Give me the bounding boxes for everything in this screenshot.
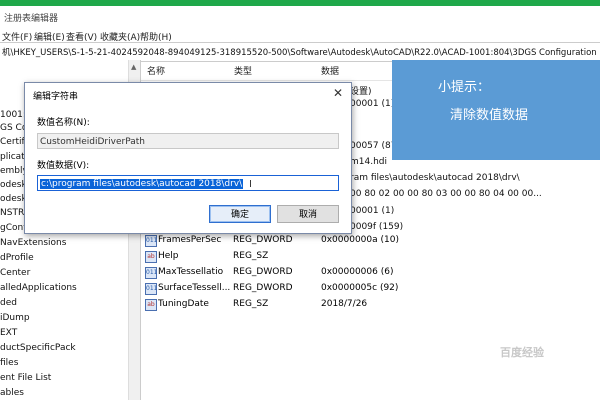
dialog-title: 编辑字符串 xyxy=(33,92,79,102)
dword-icon: 011 xyxy=(145,283,157,295)
tree-item[interactable]: ductSpecificPack xyxy=(0,343,76,353)
row-type: REG_DWORD xyxy=(233,235,293,245)
row-data: 2018/7/26 xyxy=(321,299,368,309)
value-data-input[interactable]: c:\program files\autodesk\autocad 2018\d… xyxy=(37,175,339,191)
tree-item[interactable]: alledApplications xyxy=(0,283,77,293)
tree-item[interactable]: dProfile xyxy=(0,253,34,263)
value-name-label: 数值名称(N): xyxy=(37,118,90,128)
value-data-partial: 00001 (1) xyxy=(350,206,395,216)
value-name-field: CustomHeidiDriverPath xyxy=(37,133,339,149)
tip-title: 小提示： xyxy=(438,80,491,95)
row-name: TuningDate xyxy=(158,299,209,309)
value-data-partial: 00 80 02 00 00 80 03 00 00 80 04 00 00..… xyxy=(350,189,542,199)
row-name: FramesPerSec xyxy=(158,235,222,245)
scroll-up-icon[interactable]: ▲ xyxy=(131,63,136,71)
value-data-partial: ram files\autodesk\autocad 2018\drv\ xyxy=(350,173,520,183)
tip-text: 清除数值数据 xyxy=(450,108,529,123)
value-data-partial: 0009f (159) xyxy=(350,222,404,232)
tree-item[interactable]: Center xyxy=(0,268,30,278)
row-data: 0x0000000a (10) xyxy=(321,235,399,245)
tree-item[interactable]: ded xyxy=(0,298,17,308)
registry-row[interactable]: 011 SurfaceTessell... REG_DWORD 0x000000… xyxy=(145,281,445,297)
ok-button[interactable]: 确定 xyxy=(209,205,271,223)
string-icon: ab xyxy=(145,251,157,263)
address-bar[interactable]: 机\HKEY_USERS\S-1-5-21-4024592048-8940491… xyxy=(0,42,600,62)
close-icon[interactable]: ✕ xyxy=(333,86,343,100)
row-data: 0x0000005c (92) xyxy=(321,283,399,293)
tree-item[interactable]: EXT xyxy=(0,328,17,338)
tree-item[interactable]: ent File List xyxy=(0,373,51,383)
row-type: REG_DWORD xyxy=(233,283,293,293)
tree-item[interactable]: files xyxy=(0,358,18,368)
window-titlebar: 注册表编辑器 xyxy=(0,6,600,28)
registry-row[interactable]: 011 FramesPerSec REG_DWORD 0x0000000a (1… xyxy=(145,233,445,249)
value-data-partial: 设置) xyxy=(350,87,372,97)
selected-text: c:\program files\autodesk\autocad 2018\d… xyxy=(40,179,244,189)
row-type: REG_SZ xyxy=(233,251,269,261)
tree-item[interactable]: iDump xyxy=(0,313,30,323)
row-name: Help xyxy=(158,251,179,261)
registry-row[interactable]: 011 MaxTessellatio REG_DWORD 0x00000006 … xyxy=(145,265,445,281)
value-data-partial: 00001 (1) xyxy=(350,99,395,109)
value-data-label: 数值数据(V): xyxy=(37,161,90,171)
row-name: SurfaceTessell... xyxy=(158,283,231,293)
dword-icon: 011 xyxy=(145,267,157,279)
row-type: REG_SZ xyxy=(233,299,269,309)
text-cursor-icon: I xyxy=(249,179,252,190)
registry-row[interactable]: ab Help REG_SZ xyxy=(145,249,445,265)
column-header-type[interactable]: 类型 xyxy=(234,64,252,77)
column-header-data[interactable]: 数据 xyxy=(321,64,339,77)
row-name: MaxTessellatio xyxy=(158,267,224,277)
registry-row[interactable]: ab TuningDate REG_SZ 2018/7/26 xyxy=(145,297,445,313)
string-icon: ab xyxy=(145,299,157,311)
row-type: REG_DWORD xyxy=(233,267,293,277)
cancel-button[interactable]: 取消 xyxy=(277,205,339,223)
window-title: 注册表编辑器 xyxy=(4,14,59,24)
tree-item[interactable]: ables xyxy=(0,388,24,398)
tip-box: 小提示： 清除数值数据 xyxy=(392,60,600,160)
watermark: 百度经验 xyxy=(500,346,544,359)
address-path: 机\HKEY_USERS\S-1-5-21-4024592048-8940491… xyxy=(2,48,597,58)
value-data-partial: m14.hdi xyxy=(350,157,387,167)
row-data: 0x00000006 (6) xyxy=(321,267,394,277)
dword-icon: 011 xyxy=(145,235,157,247)
column-header-name[interactable]: 名称 xyxy=(147,64,165,77)
edit-string-dialog: 编辑字符串 ✕ 数值名称(N): CustomHeidiDriverPath 数… xyxy=(24,82,352,234)
menu-bar: 文件(F) 编辑(E) 查看(V) 收藏夹(A) 帮助(H) xyxy=(0,28,600,43)
tree-item[interactable]: NavExtensions xyxy=(0,238,66,248)
